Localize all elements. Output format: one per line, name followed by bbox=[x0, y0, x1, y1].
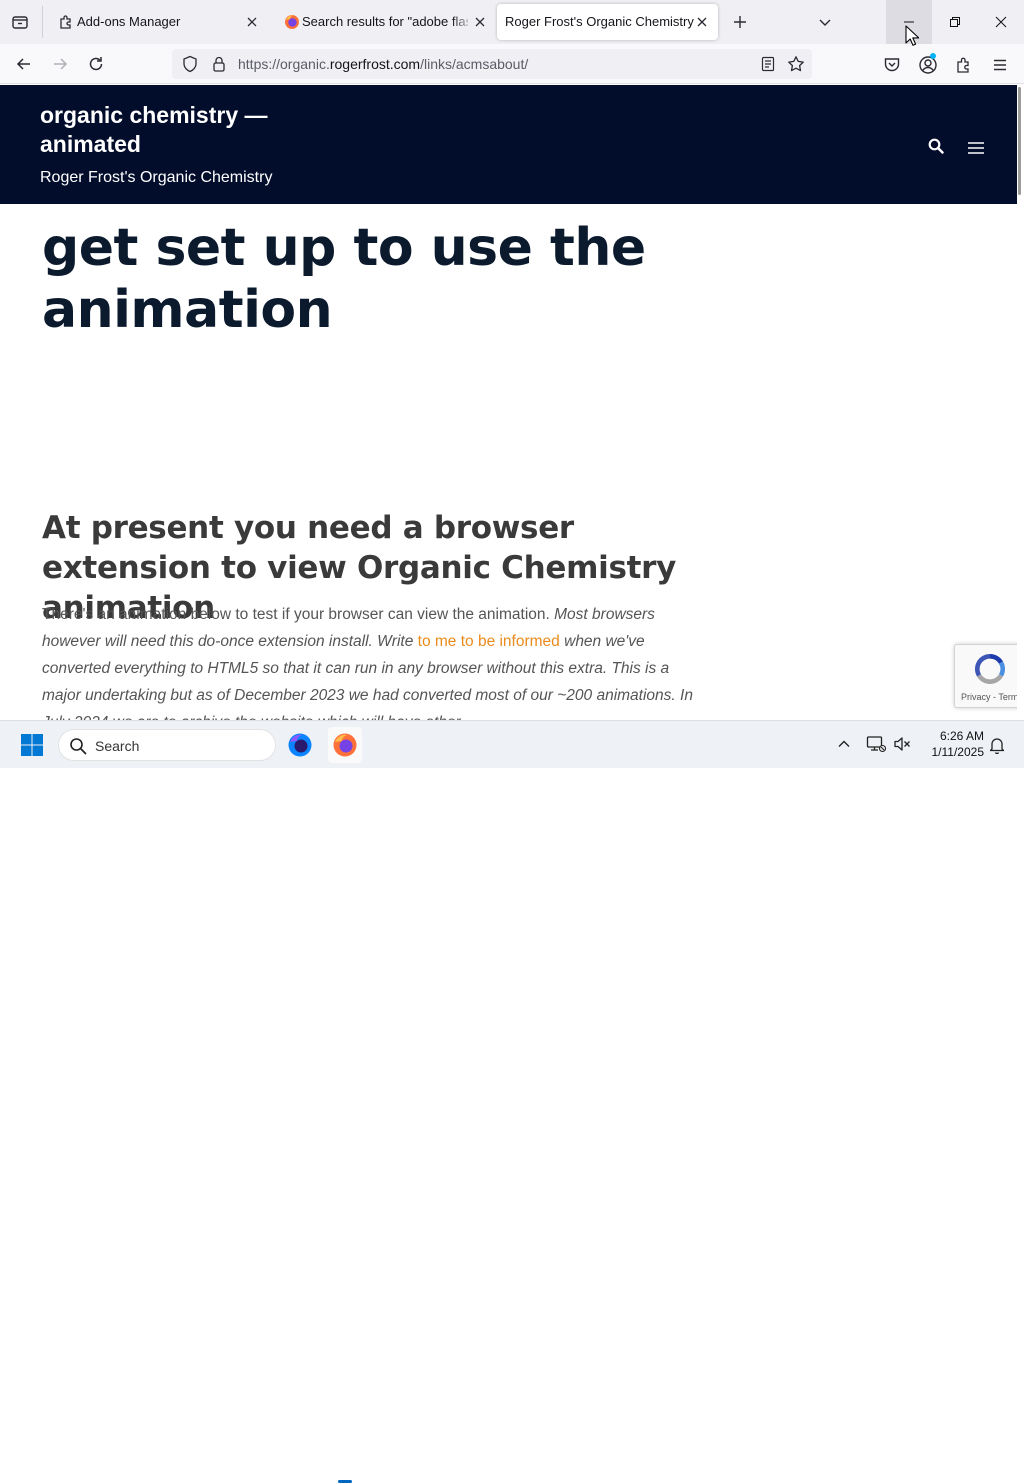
taskbar-app-firefox-dev[interactable] bbox=[286, 731, 314, 759]
show-hidden-icons-button[interactable] bbox=[836, 736, 852, 752]
tab-title: Search results for "adobe flash p bbox=[302, 14, 468, 29]
site-search-button[interactable] bbox=[926, 136, 946, 156]
page-title: get set up to use the animation bbox=[42, 218, 646, 340]
star-icon bbox=[788, 56, 804, 72]
tab-addons-manager[interactable]: Add-ons Manager bbox=[44, 4, 268, 40]
chevron-down-icon bbox=[819, 19, 831, 26]
recaptcha-links[interactable]: Privacy - Terms bbox=[961, 692, 1023, 702]
clock-time: 6:26 AM bbox=[939, 729, 984, 743]
site-header: organic chemistry — animated Roger Frost… bbox=[0, 85, 1017, 204]
arrow-right-icon bbox=[54, 58, 68, 70]
taskbar-search-box[interactable]: Search bbox=[58, 729, 276, 761]
page-scrollbar[interactable] bbox=[1017, 85, 1024, 720]
app-menu-button[interactable] bbox=[988, 53, 1012, 77]
pocket-button[interactable] bbox=[880, 54, 904, 76]
volume-button[interactable] bbox=[893, 735, 911, 753]
recaptcha-badge[interactable]: Privacy - Terms bbox=[954, 644, 1024, 708]
bell-icon bbox=[989, 738, 1005, 754]
network-icon bbox=[866, 736, 886, 753]
search-icon bbox=[928, 138, 944, 154]
taskbar-app-firefox[interactable] bbox=[328, 727, 362, 763]
tracking-protection-button[interactable] bbox=[180, 55, 200, 73]
reload-icon bbox=[89, 57, 103, 71]
firefox-view-icon bbox=[12, 16, 28, 29]
extensions-button[interactable] bbox=[952, 53, 976, 77]
firefox-view-button[interactable] bbox=[6, 8, 34, 36]
tab-search-results[interactable]: Search results for "adobe flash p bbox=[270, 4, 496, 40]
chevron-up-icon bbox=[838, 740, 850, 747]
close-tab-icon[interactable] bbox=[694, 14, 710, 30]
tab-title: Add-ons Manager bbox=[77, 14, 181, 29]
url-host: rogerfrost.com bbox=[329, 56, 421, 72]
close-tab-icon[interactable] bbox=[472, 14, 488, 30]
web-content: organic chemistry — animated Roger Frost… bbox=[0, 85, 1024, 720]
puzzle-icon bbox=[60, 15, 71, 29]
back-button[interactable] bbox=[8, 50, 40, 78]
windows-taskbar: Search 6:26 AM 1/11/2025 bbox=[0, 720, 1024, 1483]
contact-link[interactable]: to me to be informed bbox=[418, 633, 560, 650]
site-info-button[interactable] bbox=[210, 55, 228, 73]
close-window-button[interactable] bbox=[978, 0, 1024, 44]
url-path: /links/acmsabout/ bbox=[420, 56, 529, 72]
windows-logo-icon bbox=[21, 734, 43, 756]
tab-strip: Add-ons Manager Search results for "adob… bbox=[0, 0, 1024, 44]
firefox-developer-icon bbox=[288, 733, 312, 757]
network-button[interactable] bbox=[866, 734, 886, 754]
tab-roger-frost-active[interactable]: Roger Frost's Organic Chemistry An bbox=[497, 4, 718, 40]
url-text[interactable]: https://organic.rogerfrost.com/links/acm… bbox=[238, 56, 528, 72]
close-tab-icon[interactable] bbox=[244, 14, 260, 30]
intro-text: There's an animation below to test if yo… bbox=[42, 606, 555, 623]
recaptcha-icon bbox=[974, 654, 1006, 685]
firefox-icon bbox=[285, 15, 299, 29]
site-menu-button[interactable] bbox=[964, 138, 988, 158]
site-title[interactable]: organic chemistry — animated bbox=[40, 101, 300, 159]
scrollbar-thumb[interactable] bbox=[1018, 87, 1021, 195]
start-button[interactable] bbox=[20, 733, 44, 757]
mouse-cursor-icon bbox=[905, 25, 919, 46]
forward-button[interactable] bbox=[44, 50, 76, 78]
bookmark-page-button[interactable] bbox=[785, 54, 807, 74]
navigation-toolbar: https://organic.rogerfrost.com/links/acm… bbox=[0, 44, 1024, 84]
puzzle-icon bbox=[957, 57, 969, 73]
notifications-button[interactable] bbox=[988, 735, 1006, 755]
plus-icon bbox=[734, 16, 746, 28]
intro-paragraph: There's an animation below to test if yo… bbox=[42, 601, 712, 720]
arrow-left-icon bbox=[16, 58, 30, 70]
account-notification-dot bbox=[930, 53, 936, 59]
taskbar-search-placeholder: Search bbox=[95, 738, 140, 754]
new-tab-button[interactable] bbox=[728, 8, 752, 36]
search-icon bbox=[69, 737, 87, 755]
reload-button[interactable] bbox=[80, 50, 112, 78]
list-all-tabs-button[interactable] bbox=[813, 8, 837, 36]
clock-date: 1/11/2025 bbox=[931, 745, 985, 759]
address-bar[interactable]: https://organic.rogerfrost.com/links/acm… bbox=[172, 49, 812, 79]
tab-title: Roger Frost's Organic Chemistry An bbox=[505, 14, 694, 29]
tab-title-fade bbox=[452, 10, 474, 34]
pocket-icon bbox=[884, 58, 900, 72]
hamburger-menu-icon bbox=[994, 59, 1006, 71]
restore-icon bbox=[950, 17, 960, 27]
firefox-icon bbox=[333, 733, 357, 757]
reader-view-icon bbox=[761, 56, 775, 72]
reader-view-button[interactable] bbox=[757, 54, 779, 74]
shield-icon bbox=[183, 55, 197, 73]
site-tagline: Roger Frost's Organic Chemistry bbox=[40, 169, 273, 186]
taskbar-clock[interactable]: 6:26 AM 1/11/2025 bbox=[922, 728, 985, 760]
lock-icon bbox=[213, 56, 225, 72]
close-icon bbox=[995, 16, 1007, 28]
account-button[interactable] bbox=[916, 53, 940, 77]
hamburger-menu-icon bbox=[968, 142, 984, 154]
volume-muted-icon bbox=[894, 737, 910, 751]
url-prefix: https://organic. bbox=[238, 56, 330, 72]
restore-window-button[interactable] bbox=[932, 0, 978, 44]
tab-separator bbox=[42, 6, 43, 38]
